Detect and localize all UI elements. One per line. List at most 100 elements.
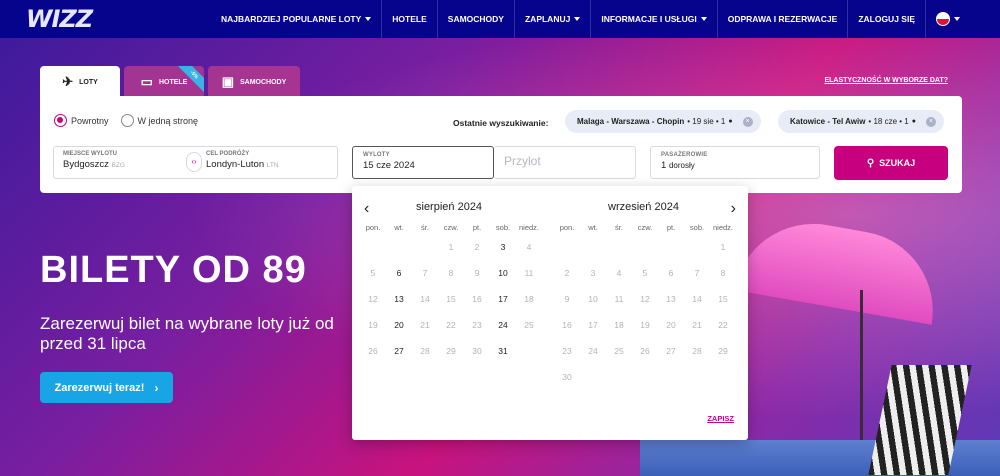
origin-value: Bydgoszcz [63,159,109,170]
passengers-field[interactable]: PASAŻEROWIE 1 dorosły [650,146,820,179]
calendar-day[interactable]: 3 [490,234,516,260]
calendar-day: 8 [448,268,454,278]
calendar-day[interactable]: 27 [386,338,412,364]
nav-item-label: HOTELE [392,14,427,24]
calendar-day [606,234,632,260]
calendar-day [580,234,606,260]
origin-label: MIEJSCE WYLOTU [63,151,118,157]
weekday-header: pon. wt. śr. czw. pt. sob. niedz. [554,222,736,234]
calendar-day: 26 [640,346,650,356]
destination-field[interactable]: CEL PODRÓŻY Londyn-Luton LTN [206,151,279,170]
chevron-right-icon: › [154,380,159,395]
tab-cars[interactable]: ▣ SAMOCHODY [208,66,300,98]
calendar-day[interactable]: 6 [386,260,412,286]
hero-subtitle-line-1: Zarezerwuj bilet na wybrane loty już od [40,314,334,333]
nav-item[interactable]: ZALOGUJ SIĘ [848,0,926,38]
nav-item-language[interactable] [926,0,970,38]
calendar-day: 9 [474,268,480,278]
calendar-day[interactable]: 24 [490,312,516,338]
calendar-day[interactable]: 13 [386,286,412,312]
flexible-dates-link[interactable]: ELASTYCZNOŚĆ W WYBORZE DAT? [824,77,948,84]
calendar-day: 18 [524,294,534,304]
nav-item-label: SAMOCHODY [447,14,504,24]
calendar-day [658,234,684,260]
week-row: 5 6 7 8 9 10 11 [360,260,542,286]
calendar-day[interactable]: 20 [386,312,412,338]
calendar-day: 8 [720,268,726,278]
nav-item[interactable]: ODPRAWA I REZERWACJE [718,0,849,38]
search-button[interactable]: ⚲ SZUKAJ [834,146,948,180]
booking-tabs: ✈ LOTY ▭ HOTELE -5% ▣ SAMOCHODY [40,66,304,98]
calendar-day: 11 [524,268,534,278]
nav-item[interactable]: SAMOCHODY [438,0,515,38]
calendar-day: 23 [472,320,482,330]
calendar-day: 29 [718,346,728,356]
roundtrip-radio[interactable] [54,114,67,127]
close-icon[interactable]: × [742,116,753,127]
calendar-day: 14 [692,294,702,304]
trip-type-selector: Powrotny W jedną stronę [54,114,210,127]
weekday-header: pon. wt. śr. czw. pt. sob. niedz. [360,222,542,234]
close-icon[interactable]: × [925,116,936,127]
destination-label: CEL PODRÓŻY [206,151,250,157]
oneway-label[interactable]: W jedną stronę [138,116,199,126]
hero-subtitle-line-2: przed 31 lipca [40,334,146,353]
calendar-day[interactable]: 17 [490,286,516,312]
car-icon: ▣ [221,74,234,89]
nav-item-label: NAJBARDZIEJ POPULARNE LOTY [221,14,362,24]
wizz-logo[interactable]: WIZZ [26,5,93,33]
calendar-day [606,364,632,390]
calendar-day: 21 [420,320,430,330]
calendar-day: 5 [642,268,648,278]
chip-route: Malaga - Warszawa - Chopin [577,117,685,126]
departure-date-field[interactable]: WYLOTY 15 cze 2024 [352,146,494,179]
nav-item[interactable]: INFORMACJE I USŁUGI [591,0,718,38]
search-card: Powrotny W jedną stronę Ostatnie wyszuki… [40,96,962,193]
calendar-day: 4 [616,268,622,278]
passengers-count: 1 [661,160,667,171]
oneway-radio[interactable] [120,114,134,127]
person-icon: ● [911,118,916,125]
chip-details: • 19 sie • 1 [687,117,726,126]
book-now-label: Zarezerwuj teraz! [54,381,145,394]
month-grid: pon. wt. śr. czw. pt. sob. niedz. 1 2 3 4 5 6 7 8 9 10 11… [554,222,736,390]
save-dates-button[interactable]: ZAPISZ [707,414,734,423]
calendar-day: 4 [526,242,532,252]
calendar-day [658,364,684,390]
origin-field[interactable]: MIEJSCE WYLOTU Bydgoszcz BZG [63,151,125,170]
week-row: 9 10 11 12 13 14 15 [554,286,736,312]
swap-route-button[interactable]: ‹› [186,152,202,172]
calendar-day [580,364,606,390]
passengers-value: 1 dorosły [661,160,809,171]
nav-item[interactable]: NAJBARDZIEJ POPULARNE LOTY [211,0,383,38]
book-now-button[interactable]: Zarezerwuj teraz! › [40,372,173,403]
calendar-day[interactable]: 10 [490,260,516,286]
calendar-day: 1 [448,242,454,252]
prev-month-button[interactable]: ‹ [364,200,369,218]
calendar-day: 5 [370,268,376,278]
weekday-label: pon. [365,223,381,232]
chip-details: • 18 cze • 1 [868,117,909,126]
month-title: wrzesień 2024 [608,201,679,213]
nav-item[interactable]: HOTELE [382,0,438,38]
nav-item[interactable]: ZAPLANUJ [515,0,592,38]
recent-search-chip[interactable]: Malaga - Warszawa - Chopin • 19 sie • 1 … [565,110,761,133]
calendar-day[interactable]: 31 [490,338,516,364]
weekday-label: pt. [666,223,676,232]
next-month-button[interactable]: › [731,200,736,218]
roundtrip-label[interactable]: Powrotny [71,116,109,126]
weekday-label: pon. [559,223,575,232]
tab-hotels[interactable]: ▭ HOTELE -5% [124,66,204,98]
calendar-day: 13 [666,294,676,304]
calendar-day: 25 [524,320,534,330]
departure-value: 15 cze 2024 [363,160,415,171]
nav-item-label: INFORMACJE I USŁUGI [601,14,697,24]
plane-icon: ✈ [62,74,74,89]
destination-code: LTN [266,162,279,169]
hero-subtitle: Zarezerwuj bilet na wybrane loty już od … [40,314,360,354]
recent-search-chip[interactable]: Katowice - Tel Awiw • 18 cze • 1 ● × [778,110,944,133]
calendar-day [632,364,658,390]
search-icon: ⚲ [866,157,875,169]
calendar-day: 30 [562,372,572,382]
tab-flights[interactable]: ✈ LOTY [40,66,120,98]
